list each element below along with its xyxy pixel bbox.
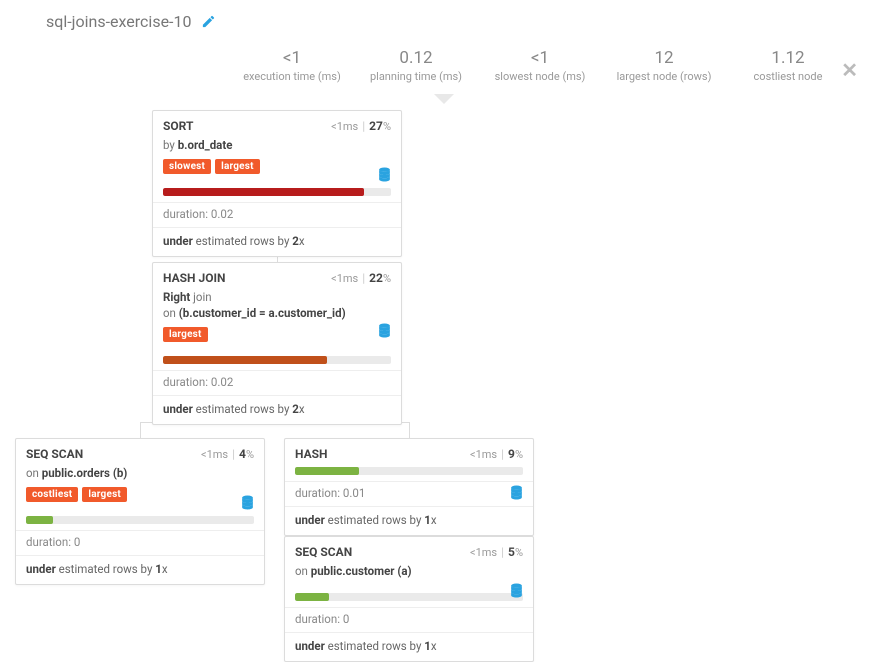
connector — [140, 422, 141, 438]
node-time: <1ms — [470, 546, 497, 559]
node-time: <1ms — [470, 448, 497, 461]
node-name: SEQ SCAN — [26, 447, 83, 461]
node-time: <1ms — [331, 272, 358, 285]
stat-slowest-node: <1 slowest node (ms) — [490, 48, 590, 83]
page-title: sql-joins-exercise-10 — [46, 12, 191, 31]
node-name: HASH — [295, 447, 328, 461]
close-icon[interactable]: ✕ — [841, 58, 858, 82]
duration-bar — [163, 356, 391, 364]
node-pct: 4 — [239, 447, 246, 461]
plan-canvas: SORT <1ms | 27 % by b.ord_date slowest l… — [0, 104, 888, 648]
duration-bar — [295, 593, 523, 601]
node-time: <1ms — [331, 120, 358, 133]
tag-largest: largest — [215, 159, 260, 174]
plan-node-hash-join[interactable]: HASH JOIN <1ms | 22 % Right join on (b.c… — [152, 262, 402, 425]
stat-label: largest node (rows) — [614, 70, 714, 83]
node-pct: 27 — [369, 119, 383, 133]
node-name: SORT — [163, 119, 193, 133]
plan-node-hash[interactable]: HASH <1ms | 9 % duration: 0.01 under est… — [284, 438, 534, 536]
duration-bar — [26, 516, 254, 524]
stat-label: costliest node — [738, 70, 838, 83]
database-icon — [378, 323, 391, 338]
edit-icon[interactable] — [201, 14, 216, 29]
database-icon — [510, 485, 523, 500]
plan-node-seq-scan-customer[interactable]: SEQ SCAN <1ms | 5 % on public.customer (… — [284, 536, 534, 662]
stat-label: execution time (ms) — [242, 70, 342, 83]
tag-costliest: costliest — [26, 487, 78, 502]
database-icon — [378, 167, 391, 182]
node-pct: 22 — [369, 271, 383, 285]
stat-planning-time: 0.12 planning time (ms) — [366, 48, 466, 83]
node-name: HASH JOIN — [163, 271, 225, 285]
node-pct: 5 — [508, 545, 515, 559]
stat-value: <1 — [242, 48, 342, 68]
plan-node-seq-scan-orders[interactable]: SEQ SCAN <1ms | 4 % on public.orders (b)… — [15, 438, 265, 585]
stat-value: 12 — [614, 48, 714, 68]
node-time: <1ms — [201, 448, 228, 461]
stats-bar: <1 execution time (ms) 0.12 planning tim… — [242, 48, 864, 83]
stat-value: 1.12 — [738, 48, 838, 68]
stat-largest-node: 12 largest node (rows) — [614, 48, 714, 83]
stat-label: planning time (ms) — [366, 70, 466, 83]
tag-slowest: slowest — [163, 159, 211, 174]
tag-largest: largest — [163, 327, 208, 342]
stat-value: <1 — [490, 48, 590, 68]
database-icon — [510, 583, 523, 598]
connector — [409, 422, 410, 438]
caret-down-icon — [434, 94, 454, 104]
stat-label: slowest node (ms) — [490, 70, 590, 83]
plan-node-sort[interactable]: SORT <1ms | 27 % by b.ord_date slowest l… — [152, 110, 402, 257]
stat-costliest-node: 1.12 costliest node — [738, 48, 838, 83]
stat-execution-time: <1 execution time (ms) — [242, 48, 342, 83]
duration-bar — [163, 188, 391, 196]
node-name: SEQ SCAN — [295, 545, 352, 559]
duration-bar — [295, 467, 523, 475]
node-pct: 9 — [508, 447, 515, 461]
stat-value: 0.12 — [366, 48, 466, 68]
tag-largest: largest — [82, 487, 127, 502]
database-icon — [241, 495, 254, 510]
